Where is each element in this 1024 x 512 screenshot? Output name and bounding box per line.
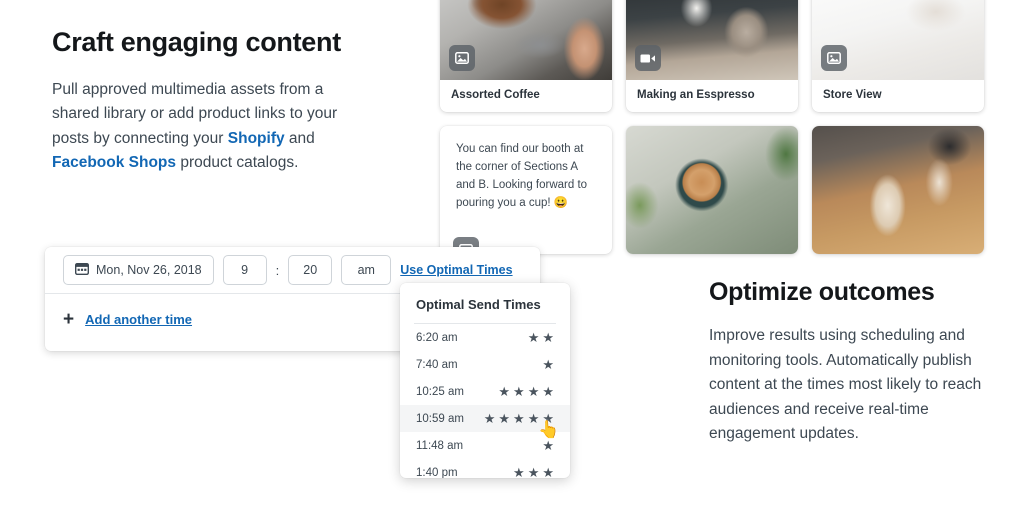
star-icon: ★ (527, 330, 540, 345)
photo-latte-art (626, 126, 798, 254)
use-optimal-times-link[interactable]: Use Optimal Times (400, 263, 512, 277)
star-icon: ★ (542, 384, 554, 399)
dropdown-row[interactable]: 7:40 am ★ (400, 351, 570, 378)
shopify-link[interactable]: Shopify (228, 130, 285, 147)
star-icon: ★ (483, 411, 496, 426)
dropdown-row-time: 10:59 am (416, 412, 464, 425)
left-feature-section: Craft engaging content Pull approved mul… (52, 24, 352, 176)
star-icon: ★ (498, 384, 511, 399)
right-feature-body: Improve results using scheduling and mon… (709, 327, 982, 443)
star-icon: ★ (513, 465, 525, 478)
media-card-assorted-coffee[interactable]: Assorted Coffee (440, 0, 612, 112)
image-icon (449, 45, 475, 71)
star-icon: ★ (527, 465, 540, 478)
star-icon: ★ (513, 411, 525, 426)
dropdown-row-rating: ★ ★ ★ ★ (498, 385, 554, 398)
dropdown-row[interactable]: 6:20 am ★ ★ (400, 324, 570, 351)
star-icon: ★ (527, 384, 540, 399)
meridiem-field-value: am (357, 263, 375, 277)
dropdown-row-rating: ★ (542, 358, 554, 371)
star-icon: ★ (542, 330, 554, 345)
thumbnail-assorted-coffee (440, 0, 612, 80)
thumbnail-latte-art (626, 126, 798, 254)
right-feature-title: Optimize outcomes (709, 278, 935, 306)
dropdown-row-time: 1:40 pm (416, 466, 458, 479)
dropdown-row-rating: ★ ★ ★ (513, 466, 554, 478)
star-icon: ★ (498, 411, 511, 426)
use-optimal-times-label: Use Optimal Times (400, 263, 513, 277)
minute-field-value: 20 (303, 263, 318, 277)
left-feature-body: Pull approved multimedia assets from a s… (52, 78, 352, 176)
media-card-caption: Store View (823, 89, 882, 101)
image-icon (821, 45, 847, 71)
dropdown-title: Optimal Send Times (416, 297, 541, 312)
dropdown-row[interactable]: 11:48 am ★ (400, 432, 570, 459)
star-icon: ★ (513, 384, 525, 399)
calendar-icon (74, 262, 90, 278)
dropdown-row-rating: ★ (542, 439, 554, 452)
left-body-suffix: product catalogs. (176, 154, 299, 172)
dropdown-row-list: 6:20 am ★ ★ 7:40 am ★ 10:25 am ★ ★ ★ ★ 10:59 am ★ ★ ★… (400, 324, 570, 478)
media-asset-grid: Assorted Coffee Making an Esspresso Stor… (440, 0, 988, 254)
media-card-iced-lattes[interactable] (812, 126, 984, 254)
thumbnail-store-view (812, 0, 984, 80)
media-card-caption: Making an Esspresso (637, 89, 755, 101)
dropdown-row-time: 7:40 am (416, 358, 458, 371)
star-icon: ★ (542, 438, 554, 453)
right-feature-section: Optimize outcomes Improve results using … (709, 275, 999, 447)
page-root: Craft engaging content Pull approved mul… (0, 0, 1024, 512)
hour-field-value: 9 (241, 263, 249, 277)
media-card-latte-art[interactable] (626, 126, 798, 254)
star-icon: ★ (542, 357, 554, 372)
dropdown-row[interactable]: 10:59 am ★ ★ ★ ★ ★ (400, 405, 570, 432)
media-card-store-view[interactable]: Store View (812, 0, 984, 112)
dropdown-row[interactable]: 1:40 pm ★ ★ ★ (400, 459, 570, 478)
photo-iced-lattes (812, 126, 984, 254)
dropdown-row[interactable]: 10:25 am ★ ★ ★ ★ (400, 378, 570, 405)
dropdown-row-time: 6:20 am (416, 331, 458, 344)
thumbnail-making-an-esspresso (626, 0, 798, 80)
optimal-send-times-dropdown: Optimal Send Times 6:20 am ★ ★ 7:40 am ★ 10:2… (400, 283, 570, 478)
star-icon: ★ (542, 411, 554, 426)
dropdown-row-rating: ★ ★ ★ ★ ★ (484, 412, 554, 425)
left-body-mid: and (284, 129, 315, 147)
video-icon (635, 45, 661, 71)
minute-field[interactable]: 20 (288, 255, 333, 285)
star-icon: ★ (527, 411, 540, 426)
media-card-caption: Assorted Coffee (451, 89, 540, 101)
add-another-time-button[interactable]: Add another time (85, 312, 192, 327)
text-post-body: You can find our booth at the corner of … (456, 143, 588, 209)
star-icon: ★ (542, 465, 554, 478)
date-field[interactable]: Mon, Nov 26, 2018 (63, 255, 214, 285)
hour-field[interactable]: 9 (222, 255, 267, 285)
media-card-text-post[interactable]: You can find our booth at the corner of … (440, 126, 612, 254)
dropdown-row-time: 10:25 am (416, 385, 464, 398)
thumbnail-iced-lattes (812, 126, 984, 254)
plus-icon: + (63, 309, 75, 330)
date-field-value: Mon, Nov 26, 2018 (96, 263, 202, 277)
meridiem-field[interactable]: am (341, 255, 392, 285)
left-feature-title: Craft engaging content (52, 27, 341, 57)
time-separator: : (275, 262, 280, 278)
dropdown-row-time: 11:48 am (416, 439, 464, 452)
media-card-making-an-esspresso[interactable]: Making an Esspresso (626, 0, 798, 112)
dropdown-row-rating: ★ ★ (528, 331, 554, 344)
facebook-shops-link[interactable]: Facebook Shops (52, 154, 176, 171)
